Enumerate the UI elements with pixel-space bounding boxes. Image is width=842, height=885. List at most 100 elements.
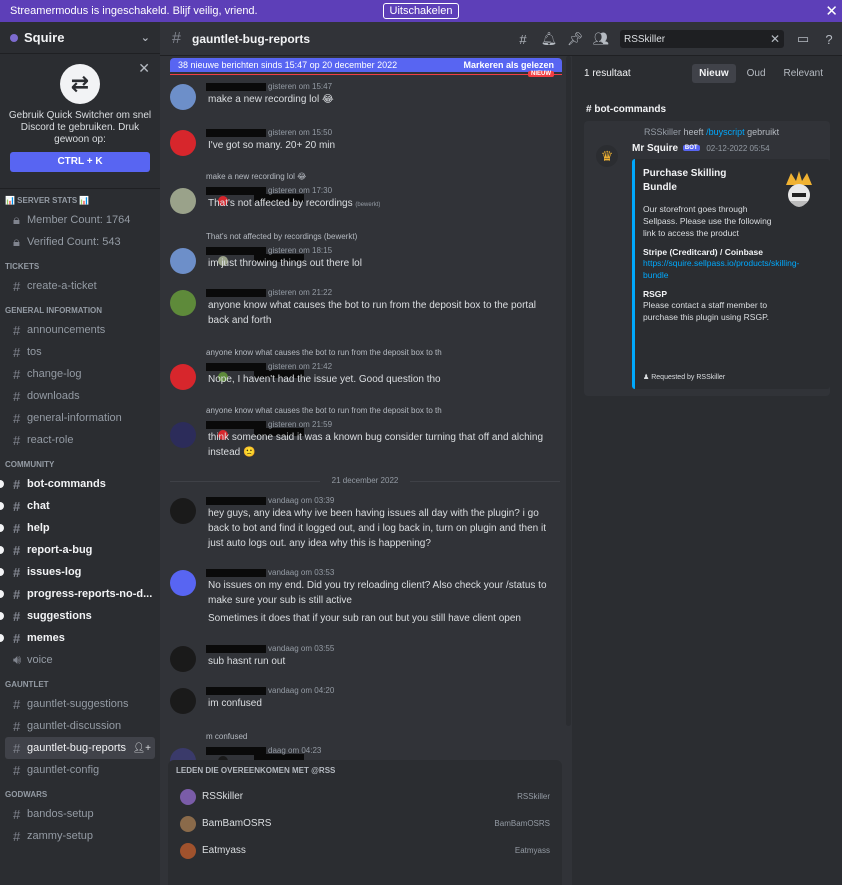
sidebar-channel[interactable]: # create-a-ticket (5, 275, 155, 297)
reply-preview[interactable]: make a new recording lol 😂 (206, 172, 307, 206)
mark-as-read-button[interactable]: Markeren als gelezen (463, 58, 554, 72)
new-messages-bar[interactable]: 38 nieuwe berichten sinds 15:47 op 20 de… (170, 58, 562, 72)
category-header[interactable]: COMMUNITY (0, 457, 160, 473)
result-channel[interactable]: # bot-commands (572, 90, 842, 121)
category-header[interactable]: 📊 SERVER STATS 📊 (0, 193, 160, 209)
search-input[interactable]: RSSkiller ✕ (620, 30, 784, 48)
category-header[interactable]: TICKETS (0, 259, 160, 275)
sidebar-channel[interactable]: # bandos-setup (5, 803, 155, 825)
redacted-username[interactable] (206, 644, 266, 653)
sidebar-channel[interactable]: # bot-commands (0, 473, 155, 495)
close-icon[interactable]: ✕ (138, 60, 150, 77)
sidebar-channel[interactable]: # progress-reports-no-d... (0, 583, 155, 605)
threads-icon[interactable]: # (510, 32, 536, 47)
sidebar-channel[interactable]: # issues-log (0, 561, 155, 583)
lock-icon: 🔒︎ (13, 234, 20, 249)
user-avatar[interactable] (170, 290, 196, 316)
autocomplete-item[interactable]: BamBamOSRS BamBamOSRS (168, 810, 562, 837)
redacted-username[interactable] (206, 128, 266, 137)
message-content: That's not affected by recordings (208, 198, 353, 209)
category-header[interactable]: GENERAL INFORMATION (0, 303, 160, 319)
user-avatar[interactable] (170, 688, 196, 714)
channel-label: general-information (27, 412, 122, 424)
pin-icon[interactable]: 📌︎ (562, 31, 588, 47)
redacted-username[interactable] (206, 246, 266, 255)
quick-switcher-shortcut-button[interactable]: CTRL + K (10, 152, 150, 172)
sellpass-link[interactable]: https://squire.sellpass.io/products/skil… (643, 258, 799, 280)
sort-tab[interactable]: Oud (740, 64, 773, 83)
redacted-username[interactable] (206, 186, 266, 195)
members-icon[interactable]: 👥︎ (588, 31, 614, 47)
user-avatar[interactable] (170, 570, 196, 596)
user-avatar[interactable] (170, 130, 196, 156)
message-content: sub hasnt run out (208, 656, 286, 667)
chat-scrollbar[interactable] (566, 56, 571, 726)
user-avatar[interactable] (170, 364, 196, 390)
redacted-username[interactable] (206, 420, 266, 429)
channel-label: gauntlet-config (27, 764, 100, 776)
user-avatar[interactable] (170, 646, 196, 672)
search-result-message[interactable]: RSSkiller heeft /buyscript gebruikt ♛ Mr… (584, 121, 830, 396)
sort-tab[interactable]: Relevant (777, 64, 830, 83)
message-text: make a new recording lol 😂 (208, 92, 558, 107)
reply-preview[interactable]: anyone know what causes the bot to run f… (206, 406, 442, 440)
sidebar-channel[interactable]: # general-information (5, 407, 155, 429)
sidebar-channel[interactable]: # gauntlet-config (5, 759, 155, 781)
sidebar-channel[interactable]: # report-a-bug (0, 539, 155, 561)
clear-search-icon[interactable]: ✕ (770, 32, 780, 46)
redacted-username[interactable] (206, 746, 266, 755)
autocomplete-item[interactable]: RSSkiller RSSkiller (168, 783, 562, 810)
reply-preview[interactable]: anyone know what causes the bot to run f… (206, 348, 442, 382)
redacted-username[interactable] (206, 568, 266, 577)
redacted-username[interactable] (206, 496, 266, 505)
channel-label: bandos-setup (27, 808, 94, 820)
result-author: Mr Squire BOT 02-12-2022 05:54 (632, 143, 770, 154)
message-meta: vandaag om 03:53 (206, 568, 334, 577)
user-avatar[interactable] (170, 422, 196, 448)
sidebar-channel[interactable]: # chat (0, 495, 155, 517)
sidebar-channel[interactable]: # help (0, 517, 155, 539)
sidebar-channel[interactable]: # change-log (5, 363, 155, 385)
command-name[interactable]: /buyscript (706, 127, 745, 137)
redacted-username[interactable] (206, 82, 266, 91)
user-avatar[interactable] (170, 498, 196, 524)
autocomplete-item[interactable]: Eatmyass Eatmyass (168, 837, 562, 864)
autocomplete-tag: RSSkiller (517, 792, 550, 801)
reply-preview[interactable]: m confused (206, 732, 304, 766)
message-meta: vandaag om 03:39 (206, 496, 334, 505)
category-header[interactable]: GODWARS (0, 787, 160, 803)
inbox-icon[interactable]: ▭ (790, 31, 816, 47)
user-avatar[interactable] (170, 188, 196, 214)
add-member-icon[interactable]: 👤︎+ (132, 743, 151, 754)
sidebar-channel[interactable]: # react-role (5, 429, 155, 451)
bell-icon[interactable]: 🔔︎ (536, 31, 562, 47)
command-user[interactable]: RSSkiller (644, 127, 681, 137)
redacted-username[interactable] (206, 686, 266, 695)
sidebar-channel[interactable]: # gauntlet-suggestions (5, 693, 155, 715)
sidebar-channel[interactable]: # zammy-setup (5, 825, 155, 847)
sidebar-channel[interactable]: # announcements (5, 319, 155, 341)
reply-preview[interactable]: That's not affected by recordings (bewer… (206, 232, 357, 266)
category-header[interactable]: GAUNTLET (0, 677, 160, 693)
user-avatar[interactable] (170, 248, 196, 274)
sidebar-channel[interactable]: # gauntlet-discussion (5, 715, 155, 737)
sidebar-channel[interactable]: # tos (5, 341, 155, 363)
redacted-username[interactable] (206, 288, 266, 297)
crown-avatar-icon[interactable]: ♛ (596, 145, 618, 167)
redacted-username[interactable] (206, 362, 266, 371)
sidebar-channel[interactable]: 🔊︎ voice (5, 649, 155, 671)
sidebar-channel[interactable]: # suggestions (0, 605, 155, 627)
user-avatar[interactable] (170, 84, 196, 110)
server-header[interactable]: Squire ⌄ (0, 22, 160, 54)
sidebar-channel[interactable]: # gauntlet-bug-reports 👤︎+ (5, 737, 155, 759)
sort-tab[interactable]: Nieuw (692, 63, 736, 83)
close-icon[interactable]: ✕ (825, 2, 838, 20)
sidebar-channel[interactable]: 🔒︎ Member Count: 1764 (5, 209, 155, 231)
sidebar-channel[interactable]: # downloads (5, 385, 155, 407)
chevron-down-icon[interactable]: ⌄ (141, 31, 150, 44)
sidebar-channel[interactable]: 🔒︎ Verified Count: 543 (5, 231, 155, 253)
channel-sidebar: Squire ⌄ ✕ ⇄ Gebruik Quick Switcher om s… (0, 22, 160, 885)
author-name[interactable]: Mr Squire (632, 143, 678, 154)
sidebar-channel[interactable]: # memes (0, 627, 155, 649)
help-icon[interactable]: ? (816, 32, 842, 47)
